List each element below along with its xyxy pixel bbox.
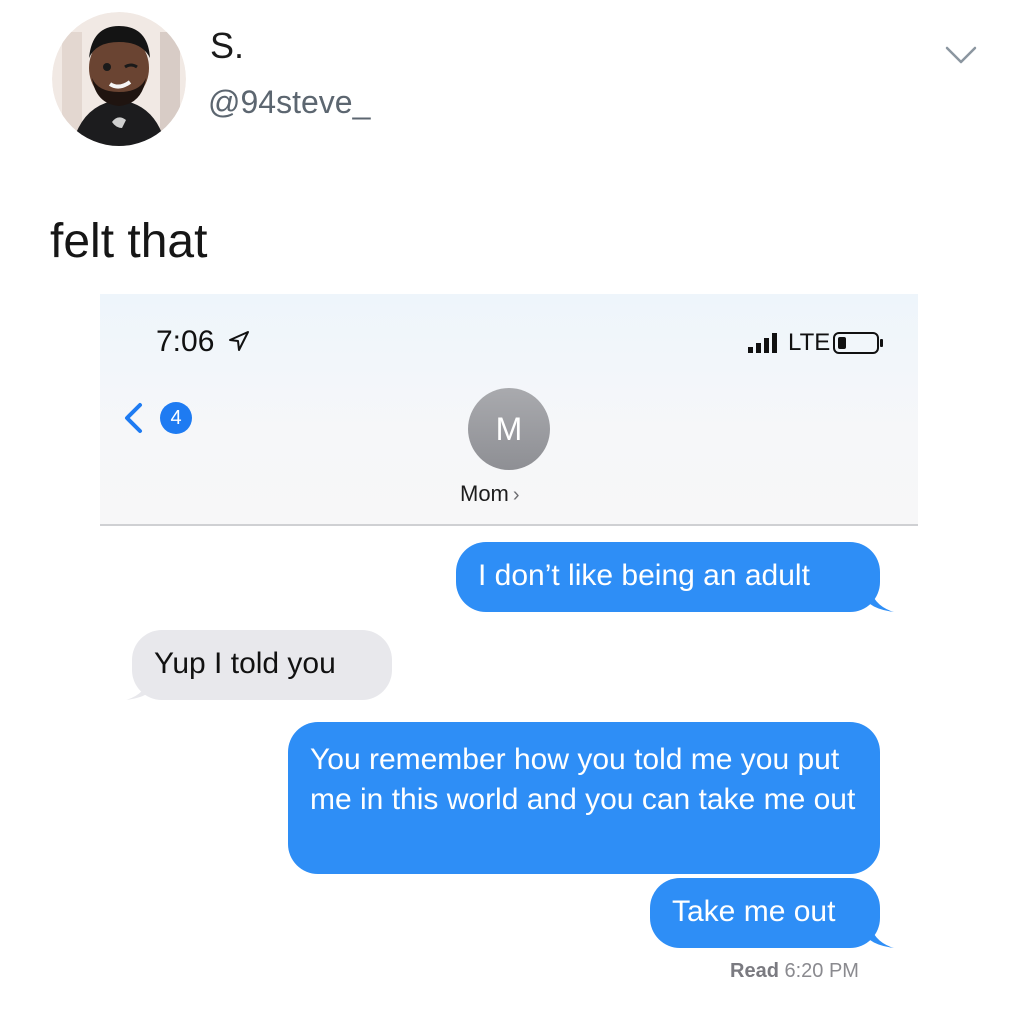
contact-name-button[interactable]: Mom › — [460, 480, 520, 509]
message-bubble-sent[interactable]: You remember how you told me you put me … — [288, 722, 880, 874]
memoji-avatar-icon — [52, 12, 186, 146]
chevron-left-icon — [125, 403, 142, 433]
bubble-tail — [870, 924, 894, 948]
read-receipt: Read 6:20 PM — [730, 958, 859, 984]
battery-icon — [833, 332, 883, 354]
user-handle[interactable]: @94steve_ — [208, 82, 370, 122]
location-arrow-icon — [229, 331, 249, 351]
read-label: Read — [730, 960, 779, 982]
message-bubble-sent[interactable]: Take me out — [650, 878, 880, 948]
unread-count-badge: 4 — [160, 402, 192, 434]
chevron-right-icon: › — [512, 484, 520, 506]
message-bubble-sent[interactable]: I don’t like being an adult — [456, 542, 880, 612]
messages-header: 7:06 LTE 4 M Mom › — [100, 294, 918, 526]
contact-avatar[interactable]: M — [468, 388, 550, 470]
signal-bars-icon — [748, 333, 777, 353]
status-time: 7:06 — [156, 325, 215, 358]
profile-avatar[interactable] — [52, 12, 186, 146]
contact-name: Mom — [460, 481, 509, 506]
display-name[interactable]: S. — [210, 24, 244, 68]
tweet-screenshot: S. @94steve_ felt that 7:06 LTE 4 M Mom … — [0, 0, 1024, 1024]
tweet-text: felt that — [50, 215, 208, 268]
imessage-screenshot: 7:06 LTE 4 M Mom › I don’t like being an… — [100, 294, 918, 1010]
back-button[interactable]: 4 — [122, 398, 194, 438]
message-bubble-received[interactable]: Yup I told you — [132, 630, 392, 700]
chevron-down-icon[interactable] — [944, 44, 978, 66]
read-time: 6:20 PM — [784, 960, 859, 982]
network-label: LTE — [788, 329, 831, 356]
bubble-tail — [126, 676, 150, 700]
bubble-tail — [870, 588, 894, 612]
